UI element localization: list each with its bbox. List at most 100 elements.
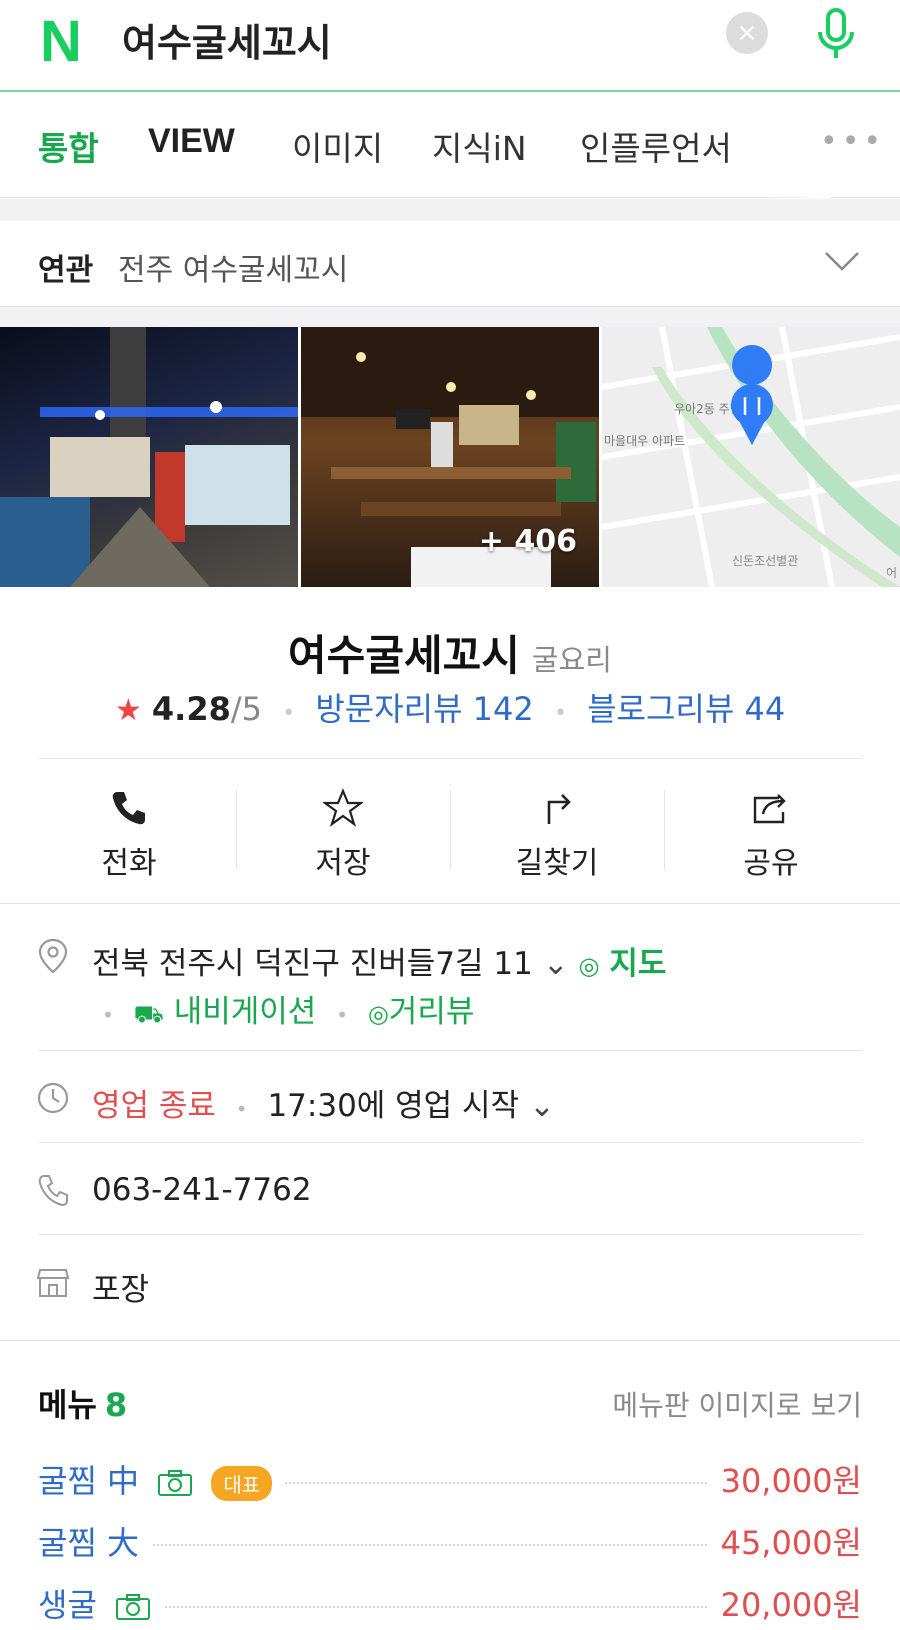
street-view-pin-icon: ◎ — [367, 1000, 389, 1028]
menu-item-name: 생굴 — [38, 1586, 97, 1624]
tab-knowledge-in[interactable]: 지식iN — [432, 122, 527, 170]
menu-item-price: 30,000원 — [708, 1456, 862, 1502]
chevron-down-icon[interactable]: ⌄ — [543, 946, 569, 982]
storefront-illustration — [0, 327, 298, 587]
divider — [38, 758, 862, 759]
naver-logo[interactable]: N — [40, 8, 82, 75]
next-open-time: 17:30에 영업 시작 — [267, 1088, 520, 1124]
business-status: 영업 종료 — [92, 1088, 216, 1124]
hours-row[interactable]: 영업 종료 • 17:30에 영업 시작 ⌄ — [92, 1080, 555, 1125]
directions-label: 길찾기 — [515, 846, 599, 881]
separator-dot: • — [336, 1003, 348, 1027]
divider — [38, 1142, 862, 1143]
location-pin-icon — [38, 938, 68, 974]
rating-star-icon: ★ — [114, 693, 142, 728]
menu-item-price: 20,000원 — [708, 1580, 862, 1626]
street-view-label: 거리뷰 — [388, 994, 475, 1030]
map-illustration: 우아2동 주민센터 마을대우 아파트 신돈조선별관 어 — [602, 327, 900, 587]
section-divider — [0, 903, 900, 904]
menu-item[interactable]: 생굴 20,000원 — [38, 1580, 862, 1630]
place-category: 굴요리 — [531, 643, 612, 677]
menu-title: 메뉴 — [38, 1386, 97, 1424]
service-option: 포장 — [92, 1272, 150, 1308]
divider — [38, 1050, 862, 1051]
blog-reviews-link[interactable]: 블로그리뷰 44 — [587, 690, 785, 728]
map-pin-icon: ◎ — [578, 952, 600, 980]
share-label: 공유 — [743, 846, 799, 881]
map-label-apartment: 마을대우 아파트 — [604, 434, 685, 448]
visitor-reviews-link[interactable]: 방문자리뷰 142 — [315, 690, 533, 728]
section-gap — [0, 199, 900, 221]
search-bar: N 여수굴세꼬시 × — [0, 0, 900, 92]
chevron-down-icon[interactable] — [824, 247, 860, 275]
camera-icon — [116, 1594, 151, 1620]
storefront-photo[interactable] — [0, 327, 298, 587]
map-link-label: 지도 — [609, 946, 667, 982]
map-label-edge: 어 — [886, 566, 897, 580]
directions-icon — [547, 794, 571, 824]
search-input[interactable]: 여수굴세꼬시 — [122, 12, 332, 67]
phone-icon — [112, 792, 145, 825]
menu-count: 8 — [104, 1386, 128, 1424]
separator-dot: • — [102, 1003, 114, 1027]
menu-item-name: 굴찜 中 — [38, 1462, 140, 1500]
share-button[interactable]: 공유 — [664, 780, 878, 892]
phone-number[interactable]: 063-241-7762 — [92, 1172, 312, 1208]
tab-influencer[interactable]: 인플루언서 — [580, 122, 732, 170]
menu-item-price: 45,000원 — [708, 1518, 862, 1564]
signature-badge: 대표 — [211, 1465, 273, 1501]
tab-view[interactable]: VIEW — [148, 122, 235, 161]
tab-all[interactable]: 통합 — [38, 122, 99, 170]
related-term-link[interactable]: 전주 여수굴세꼬시 — [118, 245, 348, 289]
menu-item-name-wrap: 생굴 — [38, 1580, 164, 1626]
navigation-link[interactable]: ⛟ 내비게이션 — [134, 994, 317, 1030]
separator-dot: • — [282, 701, 296, 726]
menu-item[interactable]: 굴찜 中 대표 30,000원 — [38, 1456, 862, 1506]
rating-row: ★ 4.28/5 • 방문자리뷰 142 • 블로그리뷰 44 — [0, 684, 900, 730]
address-links-row: • ⛟ 내비게이션 • ◎거리뷰 — [92, 986, 474, 1031]
clear-search-button[interactable]: × — [726, 12, 768, 54]
rating-score: 4.28 — [151, 690, 231, 728]
clock-icon — [37, 1082, 69, 1114]
phone-outline-icon — [38, 1175, 68, 1207]
separator-dot: • — [235, 1097, 248, 1121]
separator-dot: • — [553, 701, 567, 726]
more-tabs-button[interactable]: ••• — [820, 124, 885, 159]
menu-item-name-wrap: 굴찜 大 — [38, 1518, 152, 1564]
menu-item[interactable]: 굴찜 大 45,000원 — [38, 1518, 862, 1568]
related-search[interactable]: 연관 전주 여수굴세꼬시 — [0, 221, 900, 307]
navigation-label: 내비게이션 — [173, 994, 317, 1030]
call-button[interactable]: 전화 — [22, 780, 236, 892]
share-icon — [753, 794, 786, 824]
search-tabs: 통합 VIEW 이미지 지식iN 인플루언서 ••• — [0, 94, 900, 198]
microphone-icon[interactable] — [806, 4, 866, 64]
car-icon: ⛟ — [133, 1000, 164, 1028]
location-map[interactable]: 우아2동 주민센터 마을대우 아파트 신돈조선별관 어 — [602, 327, 900, 587]
save-button[interactable]: 저장 — [236, 780, 450, 892]
star-icon — [323, 788, 363, 827]
divider — [38, 1234, 862, 1235]
place-header: 여수굴세꼬시 굴요리 — [0, 622, 900, 683]
tab-images[interactable]: 이미지 — [292, 122, 383, 170]
menu-item-name-wrap: 굴찜 中 대표 — [38, 1456, 285, 1502]
call-label: 전화 — [101, 846, 157, 881]
save-label: 저장 — [315, 846, 371, 881]
rating-max: /5 — [230, 690, 262, 728]
section-divider — [0, 1340, 900, 1341]
action-bar: 전화 저장 길찾기 공유 — [0, 780, 900, 892]
related-label: 연관 — [38, 253, 94, 288]
directions-button[interactable]: 길찾기 — [450, 780, 664, 892]
section-gap — [0, 307, 900, 327]
menu-item-name: 굴찜 大 — [38, 1524, 140, 1562]
address-text[interactable]: 전북 전주시 덕진구 진버들7길 11 — [92, 946, 533, 982]
street-view-link[interactable]: ◎거리뷰 — [368, 994, 475, 1030]
map-label-restaurant: 신돈조선별관 — [732, 554, 798, 568]
photo-count: + 406 — [478, 524, 577, 559]
interior-photo[interactable]: + 406 — [301, 327, 599, 587]
photo-strip: + 406 우아2동 주민센터 마을대우 아파트 신돈조선별관 어 — [0, 327, 900, 587]
menu-board-link[interactable]: 메뉴판 이미지로 보기 — [612, 1384, 862, 1424]
camera-icon — [158, 1470, 193, 1496]
menu-header: 메뉴 8 — [38, 1380, 127, 1426]
map-link[interactable]: ◎ 지도 — [579, 946, 667, 982]
chevron-down-icon[interactable]: ⌄ — [529, 1088, 555, 1124]
